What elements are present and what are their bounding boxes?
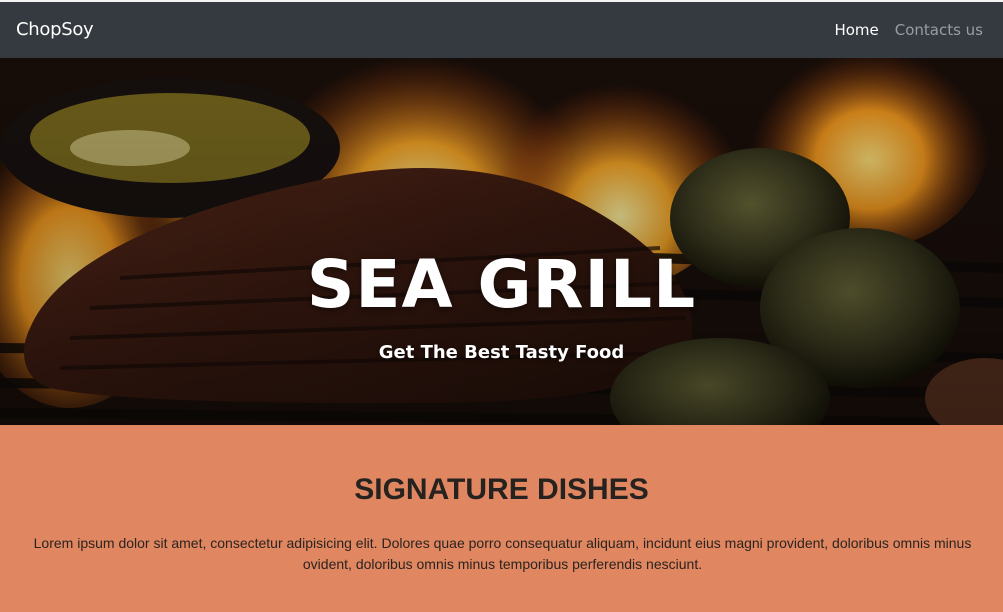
section-description: Lorem ipsum dolor sit amet, consectetur … xyxy=(33,535,972,572)
signature-dishes-section: SIGNATURE DISHES Lorem ipsum dolor sit a… xyxy=(0,425,1003,612)
hero-title: SEA GRILL xyxy=(306,246,697,323)
navbar: ChopSoy Home Contacts us xyxy=(0,0,1003,58)
hero-banner: SEA GRILL Get The Best Tasty Food xyxy=(0,58,1003,425)
nav-link-contacts[interactable]: Contacts us xyxy=(895,21,983,39)
hero-subtitle: Get The Best Tasty Food xyxy=(378,342,625,363)
nav-links: Home Contacts us xyxy=(834,21,983,39)
hero-background-image xyxy=(0,58,1003,425)
section-title: SIGNATURE DISHES xyxy=(354,473,649,506)
brand-logo[interactable]: ChopSoy xyxy=(16,19,94,40)
nav-link-home[interactable]: Home xyxy=(834,21,878,39)
